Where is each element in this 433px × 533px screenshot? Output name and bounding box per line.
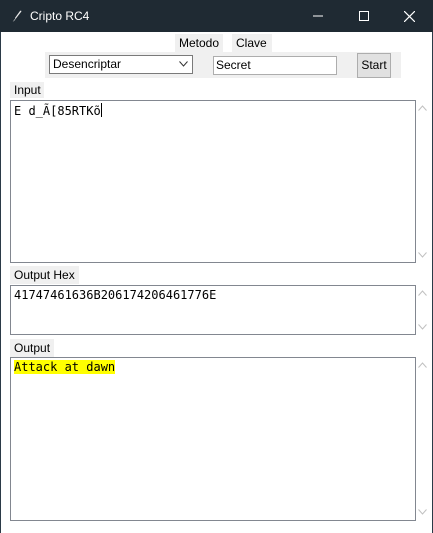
minimize-button[interactable] (295, 0, 341, 32)
scroll-up-arrow-icon[interactable] (418, 105, 427, 111)
title-bar[interactable]: Cripto RC4 (0, 0, 433, 32)
method-select[interactable]: Desencriptar (49, 55, 193, 74)
window-title: Cripto RC4 (30, 9, 90, 23)
scroll-down-arrow-icon[interactable] (418, 509, 427, 515)
output-label: Output (10, 339, 55, 357)
method-label: Metodo (175, 34, 224, 52)
maximize-button[interactable] (341, 0, 387, 32)
scroll-down-arrow-icon[interactable] (418, 252, 427, 258)
output-text: Attack at dawn (14, 360, 116, 374)
output-scrollbar[interactable] (416, 357, 430, 521)
output-hex-label: Output Hex (10, 266, 79, 284)
key-label: Clave (232, 34, 272, 52)
text-caret (100, 103, 102, 117)
scroll-up-arrow-icon[interactable] (418, 290, 427, 296)
key-input[interactable]: Secret (213, 56, 337, 75)
feather-icon (11, 10, 22, 23)
output-hex-text: 41747461636B206174206461776E (14, 288, 217, 302)
chevron-down-icon (179, 61, 188, 67)
output-textarea[interactable]: Attack at dawn (10, 357, 416, 521)
output-hex-scrollbar[interactable] (416, 285, 430, 335)
close-icon (403, 10, 415, 22)
close-button[interactable] (386, 0, 432, 32)
maximize-icon (359, 11, 369, 21)
input-textarea[interactable]: E d_Ã[85RTKõ (10, 100, 416, 263)
input-label: Input (10, 82, 44, 98)
method-select-value: Desencriptar (53, 57, 122, 71)
scroll-up-arrow-icon[interactable] (418, 362, 427, 368)
input-scrollbar[interactable] (416, 100, 430, 263)
input-text: E d_Ã[85RTKõ (14, 104, 101, 118)
output-hex-textarea[interactable]: 41747461636B206174206461776E (10, 285, 416, 335)
scroll-down-arrow-icon[interactable] (418, 324, 427, 330)
minimize-icon (313, 15, 323, 17)
start-button[interactable]: Start (357, 53, 391, 78)
